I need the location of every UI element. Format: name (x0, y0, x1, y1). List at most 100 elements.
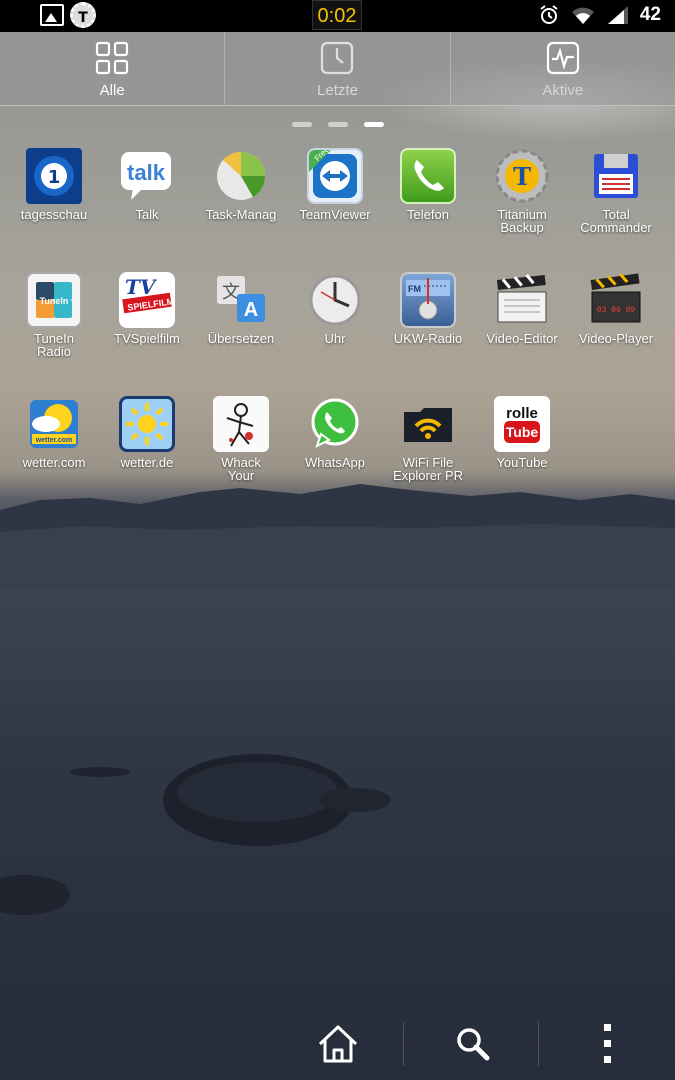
app-tunein-radio[interactable]: TuneIn TuneIn Radio (7, 272, 101, 358)
wetter-de-icon (119, 396, 175, 452)
tab-aktive[interactable]: Aktive (451, 32, 675, 105)
app-drawer-tabs: Alle Letzte Aktive (0, 32, 675, 106)
app-telefon[interactable]: Telefon (381, 148, 475, 221)
nav-divider (538, 1022, 539, 1066)
grid-icon (96, 41, 129, 75)
titanium-backup-icon: T (494, 148, 550, 204)
task-manager-icon (213, 148, 269, 204)
signal-icon (607, 6, 628, 24)
app-label: wetter.de (120, 455, 174, 470)
app-label: TeamViewer (299, 207, 371, 222)
talk-icon: talk (119, 148, 175, 204)
svg-text:talk: talk (127, 160, 166, 185)
phone-icon (400, 148, 456, 204)
app-titanium-backup[interactable]: T Titanium Backup (475, 148, 569, 234)
app-teamviewer[interactable]: Free TeamViewer (288, 148, 382, 221)
app-label: Total Commander (580, 207, 652, 235)
whack-your-icon (213, 396, 269, 452)
gallery-notification-icon (40, 4, 64, 26)
app-label: Telefon (407, 207, 449, 222)
svg-text:rolle: rolle (506, 405, 538, 422)
app-label: TVSpielfilm (114, 331, 180, 346)
navigation-bar (0, 1004, 675, 1080)
app-uhr[interactable]: Uhr (288, 272, 382, 345)
svg-text:wetter.com: wetter.com (35, 437, 73, 444)
svg-text:03 06 89: 03 06 89 (597, 306, 636, 315)
total-commander-icon (588, 148, 644, 204)
app-wetter-de[interactable]: wetter.de (100, 396, 194, 469)
app-video-player[interactable]: 03 06 89 Video-Player (569, 272, 663, 345)
clock-app-icon (307, 272, 363, 328)
app-wetter-com[interactable]: wetter.com wetter.com (7, 396, 101, 469)
wallpaper-rocks (0, 754, 391, 915)
app-wifi-file-explorer[interactable]: WiFi File Explorer PR (381, 396, 475, 482)
titanium-backup-notification-icon: T (70, 2, 96, 28)
tab-aktive-label: Aktive (542, 82, 584, 99)
wifi-file-explorer-icon (400, 396, 456, 452)
teamviewer-icon: Free (307, 148, 363, 204)
menu-button[interactable] (583, 1022, 633, 1066)
app-total-commander[interactable]: Total Commander (569, 148, 663, 234)
app-label: Video-Player (578, 331, 654, 346)
search-button[interactable] (448, 1022, 498, 1066)
fm-radio-icon: FM (400, 272, 456, 328)
app-whatsapp[interactable]: WhatsApp (288, 396, 382, 469)
wetter-com-icon: wetter.com (26, 396, 82, 452)
app-label: Task-Manag (205, 207, 277, 222)
svg-text:T: T (513, 162, 531, 191)
app-ukw-radio[interactable]: FM UKW-Radio (381, 272, 475, 345)
app-label: Talk (135, 207, 159, 222)
tab-letzte[interactable]: Letzte (225, 32, 451, 105)
status-time: 0:02 (312, 0, 362, 30)
app-label: Whack Your (221, 455, 261, 483)
app-label: WhatsApp (305, 455, 365, 470)
svg-text:TuneIn: TuneIn (40, 296, 69, 306)
home-icon (318, 1025, 358, 1063)
tvspielfilm-icon: TV SPIELFILM (119, 272, 175, 328)
app-label: tagesschau (20, 207, 88, 222)
app-uebersetzen[interactable]: 文A Übersetzen (194, 272, 288, 345)
whatsapp-icon (307, 396, 363, 452)
app-talk[interactable]: talk Talk (100, 148, 194, 221)
app-tvspielfilm[interactable]: TV SPIELFILM TVSpielfilm (100, 272, 194, 345)
page-dot (328, 122, 348, 127)
status-bar: T 0:02 42 (0, 0, 675, 32)
app-label: Übersetzen (207, 331, 275, 346)
alarm-icon (540, 5, 558, 24)
app-label: Video-Editor (486, 331, 558, 346)
wallpaper-mountains (0, 484, 675, 590)
app-video-editor[interactable]: Video-Editor (475, 272, 569, 345)
app-tagesschau[interactable]: 1 tagesschau (7, 148, 101, 221)
app-task-manager[interactable]: Task-Manag (194, 148, 288, 221)
app-label: UKW-Radio (393, 331, 463, 346)
video-player-icon: 03 06 89 (588, 272, 644, 328)
app-label: Uhr (324, 331, 346, 346)
tab-alle-label: Alle (99, 82, 125, 99)
tab-letzte-label: Letzte (317, 82, 358, 99)
video-editor-icon (494, 272, 550, 328)
svg-text:FM: FM (408, 284, 421, 294)
app-whack-your[interactable]: Whack Your (194, 396, 288, 482)
app-label: Titanium Backup (497, 207, 547, 235)
activity-icon (546, 41, 579, 75)
search-icon (457, 1028, 490, 1061)
menu-icon (604, 1024, 611, 1063)
tab-alle[interactable]: Alle (0, 32, 226, 105)
system-icons: 42 (538, 4, 661, 26)
page-indicator (292, 122, 384, 127)
svg-text:A: A (244, 299, 258, 321)
svg-text:Tube: Tube (506, 424, 539, 440)
wifi-icon (571, 7, 594, 24)
svg-text:1: 1 (48, 167, 61, 188)
page-dot-current (364, 122, 384, 127)
translate-icon: 文A (213, 272, 269, 328)
notification-icons: T (40, 2, 96, 28)
app-label: TuneIn Radio (34, 331, 74, 359)
tagesschau-icon: 1 (26, 148, 82, 204)
page-dot (292, 122, 312, 127)
youtube-icon: rolle Tube (494, 396, 550, 452)
home-button[interactable] (313, 1022, 363, 1066)
app-youtube[interactable]: rolle Tube YouTube (475, 396, 569, 469)
app-label: WiFi File Explorer PR (392, 455, 464, 483)
tunein-radio-icon: TuneIn (26, 272, 82, 328)
